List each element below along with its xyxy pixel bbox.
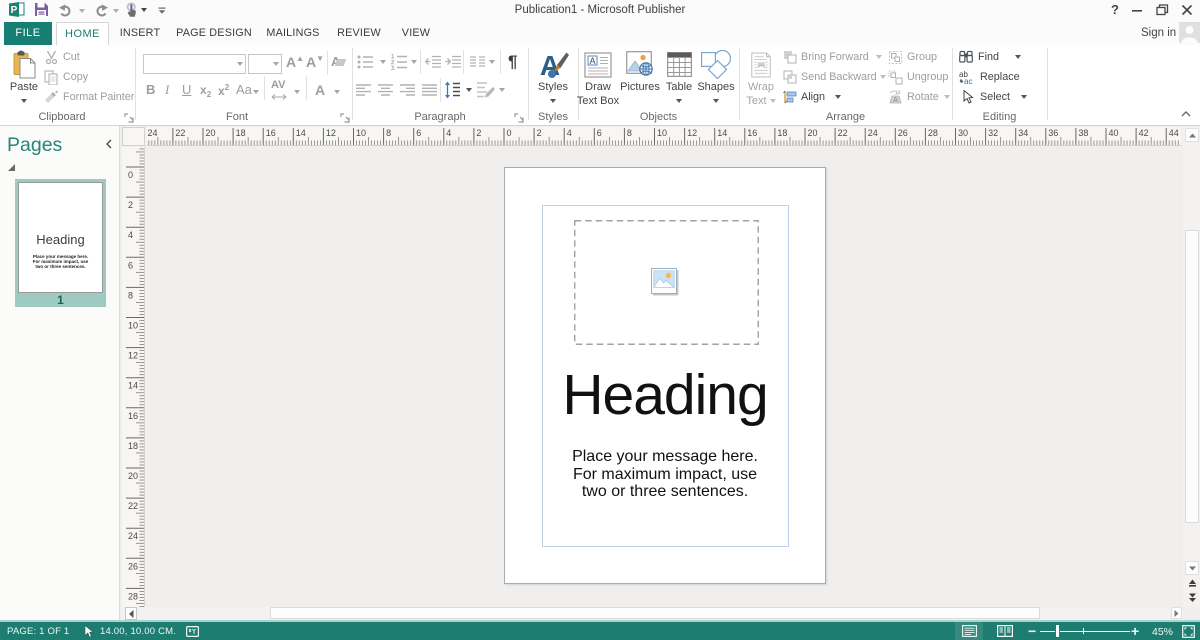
svg-text:6: 6 [597,128,602,138]
svg-text:44: 44 [1169,128,1179,138]
svg-text:26: 26 [898,128,908,138]
svg-text:10: 10 [356,128,366,138]
svg-text:18: 18 [777,128,787,138]
svg-text:20: 20 [808,128,818,138]
svg-text:22: 22 [175,128,185,138]
svg-text:32: 32 [988,128,998,138]
svg-text:4: 4 [567,128,572,138]
svg-text:2: 2 [537,128,542,138]
svg-text:12: 12 [326,128,336,138]
svg-text:4: 4 [128,230,133,240]
svg-text:6: 6 [416,128,421,138]
svg-text:20: 20 [128,471,138,481]
svg-text:16: 16 [747,128,757,138]
svg-text:14: 14 [128,381,138,391]
svg-text:24: 24 [128,531,138,541]
svg-text:8: 8 [128,290,133,300]
svg-text:12: 12 [687,128,697,138]
svg-text:20: 20 [206,128,216,138]
svg-text:18: 18 [128,441,138,451]
svg-text:2: 2 [128,200,133,210]
svg-text:18: 18 [236,128,246,138]
svg-text:34: 34 [1018,128,1028,138]
svg-text:30: 30 [958,128,968,138]
svg-text:6: 6 [128,260,133,270]
svg-text:16: 16 [128,411,138,421]
svg-text:14: 14 [296,128,306,138]
svg-text:2: 2 [476,128,481,138]
svg-text:0: 0 [128,170,133,180]
svg-text:0: 0 [507,128,512,138]
svg-text:22: 22 [838,128,848,138]
svg-text:38: 38 [1078,128,1088,138]
svg-text:4: 4 [446,128,451,138]
svg-text:28: 28 [928,128,938,138]
svg-text:14: 14 [717,128,727,138]
svg-text:22: 22 [128,501,138,511]
svg-text:36: 36 [1048,128,1058,138]
svg-text:16: 16 [266,128,276,138]
svg-text:26: 26 [128,561,138,571]
svg-text:8: 8 [386,128,391,138]
svg-text:10: 10 [128,321,138,331]
svg-text:28: 28 [128,591,138,601]
svg-text:24: 24 [148,128,158,138]
svg-text:24: 24 [868,128,878,138]
svg-text:12: 12 [128,351,138,361]
svg-text:ac: ac [964,77,972,84]
svg-text:A: A [589,56,595,66]
svg-text:8: 8 [627,128,632,138]
svg-text:42: 42 [1139,128,1149,138]
svg-text:A: A [893,97,898,104]
svg-text:10: 10 [657,128,667,138]
svg-text:40: 40 [1109,128,1119,138]
